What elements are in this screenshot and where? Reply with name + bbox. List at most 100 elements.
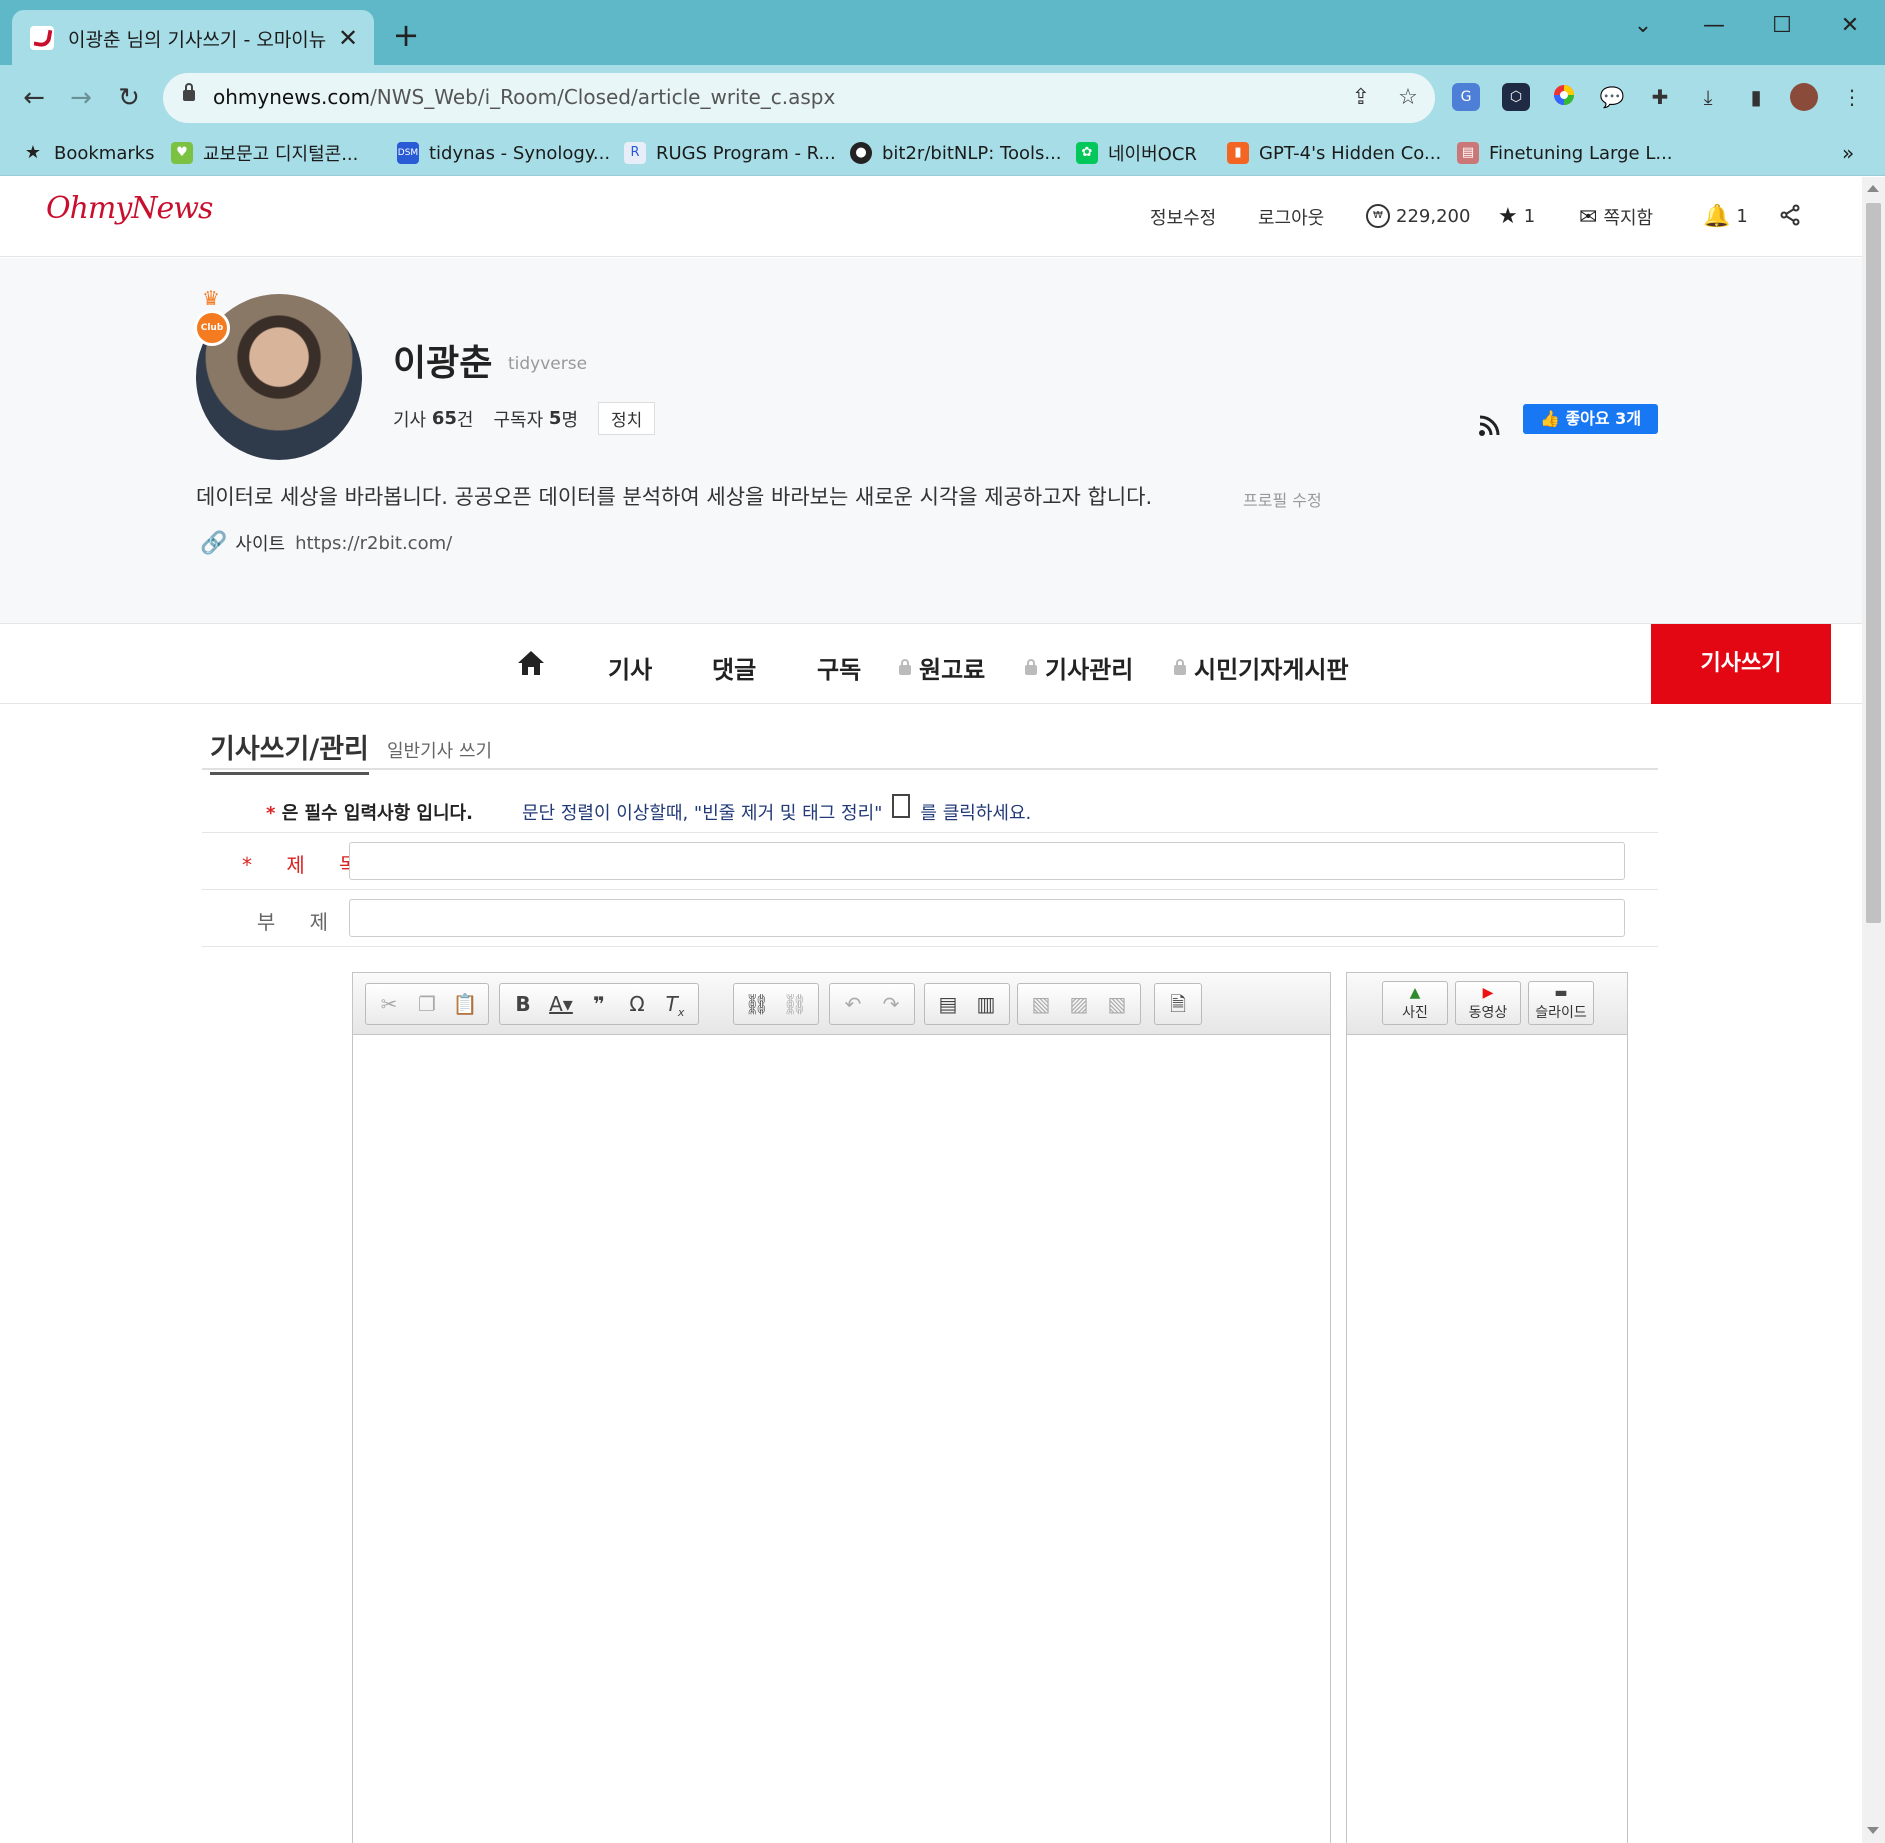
paper-plane-icon: ✉	[1579, 204, 1598, 230]
bookmark-item[interactable]: DSM tidynas - Synology...	[397, 138, 610, 168]
lock-icon	[899, 658, 911, 675]
new-tab-button[interactable]: +	[390, 19, 422, 52]
slides-icon: ▬	[1554, 985, 1568, 1001]
undo-icon[interactable]: ↶	[834, 987, 872, 1021]
address-bar[interactable]: ohmynews.com/NWS_Web/i_Room/Closed/artic…	[163, 73, 1435, 123]
copy-icon[interactable]: ❐	[408, 987, 446, 1021]
media-toolbar: ▲ 사진 ▶ 동영상 ▬ 슬라이드	[1347, 973, 1627, 1035]
subtitle-row: 부 제	[202, 890, 1658, 947]
subtitle-label: 부 제	[256, 910, 342, 934]
crown-icon: ♛	[202, 286, 220, 310]
share-site-icon[interactable]	[1779, 204, 1801, 226]
bookmark-item[interactable]: ★ Bookmarks	[22, 138, 155, 168]
menu-fee[interactable]: 원고료	[899, 650, 985, 685]
redo-icon[interactable]: ↷	[872, 987, 910, 1021]
insert-photo-button[interactable]: ▲ 사진	[1382, 981, 1448, 1025]
color-wheel-extension-icon[interactable]	[1550, 83, 1578, 111]
table-icon[interactable]: ▤	[929, 987, 967, 1021]
reporter-intro: 데이터로 세상을 바라봅니다. 공공오픈 데이터를 분석하여 세상을 바라보는 …	[196, 485, 1153, 509]
site-url-link[interactable]: https://r2bit.com/	[295, 533, 452, 554]
tab-close-icon[interactable]: ✕	[334, 24, 362, 52]
more-bookmarks-chevron-icon[interactable]: »	[1842, 138, 1854, 168]
article-editor[interactable]: ✂ ❐ 📋 B A▾ ❞ Ω Tx ⛓ ⛓ ↶ ↷ ▤ ▥ ▧ ▨ ▧ 🗎	[352, 972, 1331, 1843]
bold-icon[interactable]: B	[504, 987, 542, 1021]
scrollbar-thumb[interactable]	[1866, 203, 1881, 923]
mountain-icon: ▲	[1409, 985, 1421, 1001]
bookmark-item[interactable]: ♥ 교보문고 디지털콘...	[171, 138, 358, 168]
bookmark-item[interactable]: R RUGS Program - R...	[624, 138, 836, 168]
points-link[interactable]: ₩229,200	[1366, 204, 1470, 228]
translate-extension-icon[interactable]: G	[1452, 83, 1480, 111]
close-window-button[interactable]: ✕	[1824, 8, 1876, 44]
menu-comments[interactable]: 댓글	[712, 650, 756, 685]
notifications-link[interactable]: 🔔 1	[1703, 204, 1748, 229]
menu-citizen-board[interactable]: 시민기자게시판	[1174, 650, 1349, 685]
lock-icon	[1174, 658, 1186, 675]
insert-video-button[interactable]: ▶ 동영상	[1455, 981, 1521, 1025]
section-subtitle: 일반기사 쓰기	[387, 741, 493, 762]
cut-icon[interactable]: ✂	[370, 987, 408, 1021]
chat-extension-icon[interactable]: 💬	[1598, 83, 1626, 111]
profile-avatar[interactable]	[1790, 83, 1818, 111]
insert-slide-button[interactable]: ▬ 슬라이드	[1528, 981, 1594, 1025]
cleanup-group: 🗎	[1154, 983, 1202, 1025]
back-button[interactable]: ←	[15, 79, 53, 117]
browser-menu-icon[interactable]: ⋮	[1838, 83, 1866, 111]
stars-link[interactable]: ★ 1	[1498, 204, 1535, 229]
forward-button[interactable]: →	[62, 79, 100, 117]
hex-extension-icon[interactable]: ⬡	[1502, 83, 1530, 111]
github-icon: ●	[850, 142, 872, 164]
logout-link[interactable]: 로그아웃	[1258, 204, 1324, 230]
ohmynews-favicon-icon	[30, 26, 54, 50]
paste-icon[interactable]: 📋	[446, 987, 484, 1021]
rss-icon[interactable]	[1478, 415, 1500, 437]
menu-article-management[interactable]: 기사관리	[1025, 650, 1133, 685]
extensions-puzzle-icon[interactable]: ✚	[1646, 83, 1674, 111]
reload-button[interactable]: ↻	[110, 79, 148, 117]
page-scrollbar[interactable]	[1862, 177, 1885, 1843]
edit-info-link[interactable]: 정보수정	[1150, 204, 1216, 230]
reporter-id: tidyverse	[508, 354, 588, 374]
cleanup-tip: 문단 정렬이 이상할때, "빈줄 제거 및 태그 정리" 를 클릭하세요.	[522, 794, 1031, 825]
write-article-button[interactable]: 기사쓰기	[1651, 624, 1831, 704]
tab-search-chevron-icon[interactable]: ⌄	[1617, 8, 1669, 44]
remove-format-icon[interactable]: Tx	[656, 987, 694, 1021]
link-icon[interactable]: ⛓	[738, 987, 776, 1021]
category-badge[interactable]: 정치	[598, 402, 656, 435]
side-panel-icon[interactable]: ▮	[1742, 83, 1770, 111]
reporter-stats: 기사 65 건 구독자 5명 정치	[393, 402, 656, 435]
unlink-icon[interactable]: ⛓	[776, 987, 814, 1021]
image-left-icon[interactable]: ▧	[1022, 987, 1060, 1021]
share-icon[interactable]: ⇪	[1348, 85, 1374, 111]
image-center-icon[interactable]: ▨	[1060, 987, 1098, 1021]
web-page: OhmyNews 정보수정 로그아웃 ₩229,200 ★ 1 ✉ 쪽지함 🔔 1 ♛…	[0, 177, 1862, 1843]
image-right-icon[interactable]: ▧	[1098, 987, 1136, 1021]
special-char-icon[interactable]: Ω	[618, 987, 656, 1021]
profile-edit-link[interactable]: 프로필 수정	[1243, 487, 1322, 511]
blockquote-icon[interactable]: ❞	[580, 987, 618, 1021]
text-color-icon[interactable]: A▾	[542, 987, 580, 1021]
bookmark-item[interactable]: ✿ 네이버OCR	[1076, 138, 1197, 168]
bookmark-star-icon[interactable]: ☆	[1395, 85, 1421, 111]
scroll-up-arrow-icon[interactable]	[1867, 185, 1879, 192]
mailbox-link[interactable]: ✉ 쪽지함	[1579, 204, 1653, 230]
clean-tags-icon[interactable]: 🗎	[1159, 987, 1197, 1021]
minimize-button[interactable]: —	[1688, 8, 1740, 44]
subtitle-input[interactable]	[349, 899, 1625, 937]
download-icon[interactable]: ⤓	[1694, 83, 1722, 111]
browser-tab-active[interactable]: 이광춘 님의 기사쓰기 - 오마이뉴 ✕	[12, 10, 374, 66]
maximize-button[interactable]: ☐	[1756, 8, 1808, 44]
menu-subscribe[interactable]: 구독	[817, 650, 861, 685]
bookmark-item[interactable]: ▮ GPT-4's Hidden Co...	[1227, 138, 1441, 168]
home-icon[interactable]	[516, 648, 546, 678]
title-input[interactable]	[349, 842, 1625, 880]
facebook-like-button[interactable]: 👍 좋아요 3개	[1523, 404, 1658, 434]
scroll-down-arrow-icon[interactable]	[1867, 1827, 1879, 1834]
menu-articles[interactable]: 기사	[608, 650, 652, 685]
bookmark-item[interactable]: ● bit2r/bitNLP: Tools...	[850, 138, 1062, 168]
bookmark-item[interactable]: ▤ Finetuning Large L...	[1457, 138, 1673, 168]
browser-toolbar: ← → ↻ ohmynews.com/NWS_Web/i_Room/Closed…	[0, 65, 1885, 130]
page-break-icon[interactable]: ▥	[967, 987, 1005, 1021]
ohmynews-logo[interactable]: OhmyNews	[46, 191, 213, 226]
lock-icon[interactable]	[183, 83, 195, 101]
